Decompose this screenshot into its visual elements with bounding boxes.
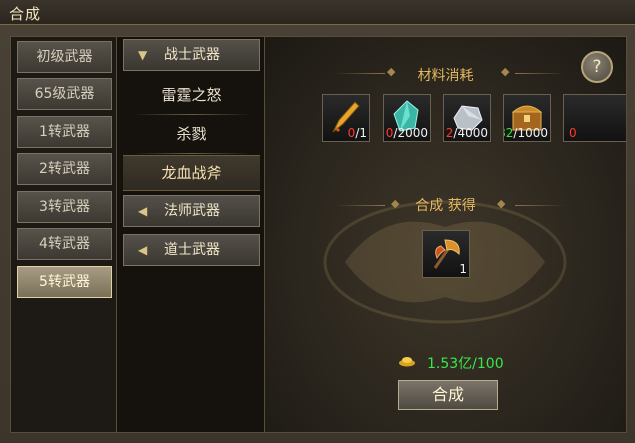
tab-basic-weapons[interactable]: 初级武器 (17, 41, 112, 73)
material-count: 0/2000 (385, 126, 428, 140)
category-taoist[interactable]: ◀ 道士武器 (123, 234, 260, 266)
ornament-icon: ◆ (501, 65, 510, 78)
tab-tier4-weapons[interactable]: 4转武器 (17, 228, 112, 260)
result-slot[interactable]: 1 (422, 230, 470, 278)
material-slot[interactable]: 0/2000 (383, 94, 431, 142)
weapon-list: ▼ 战士武器 雷霆之怒 杀戮 龙血战斧 ◀ 法师武器 ◀ 道士武器 (116, 36, 265, 433)
chevron-left-icon: ◀ (138, 204, 148, 218)
category-label: 道士武器 (164, 242, 220, 258)
weapon-item-shalu[interactable]: 杀戮 (123, 117, 260, 151)
category-mage[interactable]: ◀ 法师武器 (123, 195, 260, 227)
tab-level65-weapons[interactable]: 65级武器 (17, 78, 112, 110)
chevron-down-icon: ▼ (138, 48, 148, 62)
cost-text: 1.53亿/100 (427, 356, 504, 372)
ornament-icon: ◆ (497, 197, 506, 210)
weapon-item-leiting[interactable]: 雷霆之怒 (123, 78, 260, 112)
material-slot[interactable]: 0 (563, 94, 626, 142)
material-slot[interactable]: 1982/1000 (503, 94, 551, 142)
gold-ingot-icon (399, 357, 415, 367)
tab-tier2-weapons[interactable]: 2转武器 (17, 153, 112, 185)
material-slot[interactable]: 2/4000 (443, 94, 491, 142)
material-count: 0 (569, 126, 577, 140)
chevron-left-icon: ◀ (138, 243, 148, 257)
weapon-item-longxue[interactable]: 龙血战斧 (123, 155, 260, 191)
divider-ornament (515, 73, 565, 74)
materials-title: 材料消耗 (417, 68, 474, 84)
material-slot[interactable]: 0/1 (322, 94, 370, 142)
craft-panel: ? ◆ 材料消耗 ◆ 0/1 0/2000 2/4000 2/1000 0 ◆ … (264, 36, 627, 433)
result-count: 1 (459, 262, 467, 276)
craft-button[interactable]: 合成 (398, 380, 498, 410)
result-title: 合成 获得 (415, 198, 476, 214)
category-label: 法师武器 (164, 203, 220, 219)
divider (133, 114, 251, 115)
title-bar[interactable]: 合成 (0, 0, 635, 25)
tab-tier5-weapons[interactable]: 5转武器 (17, 266, 112, 298)
crafting-window: 合成 初级武器 65级武器 1转武器 2转武器 3转武器 4转武器 5转武器 ▼… (0, 0, 635, 443)
category-label: 战士武器 (164, 47, 220, 63)
tab-tier1-weapons[interactable]: 1转武器 (17, 116, 112, 148)
window-title: 合成 (9, 5, 42, 23)
tier-tabs: 初级武器 65级武器 1转武器 2转武器 3转武器 4转武器 5转武器 (10, 36, 118, 433)
divider (133, 153, 251, 154)
tab-tier3-weapons[interactable]: 3转武器 (17, 191, 112, 223)
category-warrior[interactable]: ▼ 战士武器 (123, 39, 260, 71)
material-count: 1982/1000 (504, 126, 548, 140)
material-count: 0/1 (347, 126, 367, 140)
divider-ornament (515, 205, 565, 206)
material-count: 2/4000 (445, 126, 488, 140)
